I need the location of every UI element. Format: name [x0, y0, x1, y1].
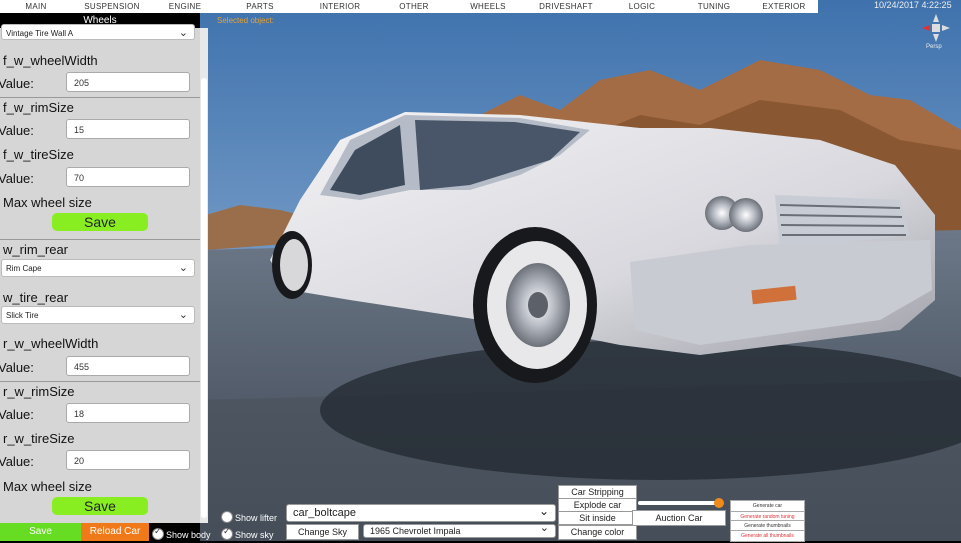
front-tire-dropdown[interactable]: Vintage Tire Wall A ⌄	[1, 24, 195, 40]
f-wheelwidth-input[interactable]: 205	[66, 72, 190, 92]
r-rimsize-input[interactable]: 18	[66, 403, 190, 423]
change-color-button[interactable]: Change color	[558, 525, 637, 540]
divider	[0, 381, 200, 382]
explode-car-button[interactable]: Explode car	[558, 498, 637, 512]
show-body-toggle[interactable]: Show body	[152, 525, 211, 543]
f-rimsize-label: f_w_rimSize	[3, 100, 74, 115]
top-menu-bar: MAIN SUSPENSION ENGINE PARTS INTERIOR OT…	[0, 0, 818, 13]
show-lifter-toggle[interactable]: Show lifter	[221, 508, 277, 526]
sit-inside-button[interactable]: Sit inside	[558, 511, 637, 525]
f-wheelwidth-label: f_w_wheelWidth	[3, 53, 98, 68]
front-save-button[interactable]: Save	[52, 213, 148, 231]
car-model-dropdown[interactable]: 1965 Chevrolet Impala ⌄	[363, 522, 556, 538]
f-max-wheel-label: Max wheel size	[3, 195, 92, 210]
checkbox[interactable]	[152, 526, 164, 540]
r-wheelwidth-label: r_w_wheelWidth	[3, 336, 99, 351]
wheels-panel: Wheels Vintage Tire Wall A ⌄ f_w_wheelWid…	[0, 13, 200, 523]
menu-tuning[interactable]: TUNING	[678, 2, 750, 11]
menu-main[interactable]: MAIN	[0, 2, 72, 11]
checkbox[interactable]	[221, 526, 233, 540]
menu-wheels[interactable]: WHEELS	[450, 2, 526, 11]
menu-parts[interactable]: PARTS	[218, 2, 302, 11]
r-rimsize-label: r_w_rimSize	[3, 384, 75, 399]
menu-exterior[interactable]: EXTERIOR	[750, 2, 818, 11]
r-tiresize-label: r_w_tireSize	[3, 431, 75, 446]
rear-tire-label: w_tire_rear	[3, 290, 69, 305]
r-wheelwidth-value-label: Value:	[0, 360, 34, 375]
divider	[0, 239, 200, 240]
show-sky-toggle[interactable]: Show sky	[221, 525, 274, 543]
rear-rim-label: w_rim_rear	[3, 242, 69, 257]
r-tiresize-value-label: Value:	[0, 454, 34, 469]
f-tiresize-label: f_w_tireSize	[3, 147, 74, 162]
f-tiresize-value-label: Value:	[0, 171, 34, 186]
f-wheelwidth-value-label: Value:	[0, 76, 34, 91]
datetime: 10/24/2017 4:22:25	[874, 0, 952, 10]
chevron-down-icon: ⌄	[178, 262, 188, 274]
change-sky-button[interactable]: Change Sky	[286, 524, 359, 540]
rear-tire-dropdown[interactable]: Slick Tire ⌄	[1, 306, 195, 324]
rear-save-button[interactable]: Save	[52, 497, 148, 515]
chevron-down-icon: ⌄	[538, 504, 549, 518]
auction-car-button[interactable]: Auction Car	[632, 510, 726, 526]
menu-other[interactable]: OTHER	[378, 2, 450, 11]
persp-label: Persp	[926, 44, 942, 50]
r-max-wheel-label: Max wheel size	[3, 479, 92, 494]
menu-logic[interactable]: LOGIC	[606, 2, 678, 11]
selected-object-label: Selected object:	[217, 16, 274, 25]
scrollbar-thumb[interactable]	[201, 78, 207, 518]
f-rimsize-value-label: Value:	[0, 123, 34, 138]
car-stripping-button[interactable]: Car Stripping	[558, 485, 637, 499]
slider-handle[interactable]	[713, 498, 724, 508]
f-rimsize-input[interactable]: 15	[66, 119, 190, 139]
slider-track[interactable]	[638, 501, 723, 505]
r-tiresize-input[interactable]: 20	[66, 450, 190, 470]
menu-suspension[interactable]: SUSPENSION	[72, 2, 152, 11]
save-button[interactable]: Save	[0, 523, 81, 541]
checkbox[interactable]	[221, 510, 233, 523]
car-name-dropdown[interactable]: car_boltcape ⌄	[286, 504, 556, 522]
chevron-down-icon: ⌄	[178, 309, 188, 321]
f-tiresize-input[interactable]: 70	[66, 167, 190, 187]
generate-all-thumbnails-button[interactable]: Generate all thumbnails	[730, 530, 805, 542]
r-wheelwidth-input[interactable]: 455	[66, 356, 190, 376]
rear-rim-dropdown[interactable]: Rim Cape ⌄	[1, 259, 195, 277]
menu-interior[interactable]: INTERIOR	[302, 2, 378, 11]
chevron-down-icon: ⌄	[178, 27, 188, 39]
menu-engine[interactable]: ENGINE	[152, 2, 218, 11]
r-rimsize-value-label: Value:	[0, 407, 34, 422]
bottom-left-bar: Save Reload Car	[0, 523, 149, 541]
menu-driveshaft[interactable]: DRIVESHAFT	[526, 2, 606, 11]
divider	[0, 97, 200, 98]
reload-car-button[interactable]: Reload Car	[81, 523, 149, 541]
chevron-down-icon: ⌄	[539, 522, 549, 534]
